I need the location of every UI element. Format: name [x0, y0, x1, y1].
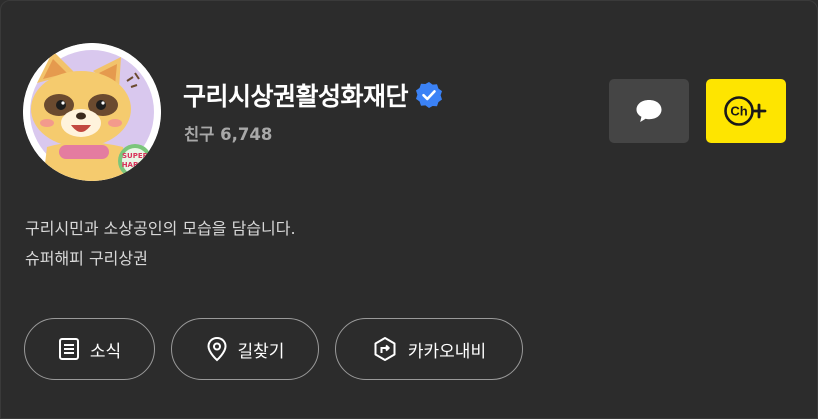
- news-list-icon: [58, 338, 79, 360]
- profile-name: 구리시상권활성화재단: [183, 82, 409, 111]
- avatar-text-happy: HAPPY: [122, 161, 150, 169]
- profile-name-row: 구리시상권활성화재단: [183, 77, 444, 113]
- channel-add-icon: Ch: [724, 96, 767, 126]
- navi-turn-icon: [374, 337, 396, 361]
- directions-button[interactable]: 길찾기: [171, 318, 319, 380]
- description-line-1: 구리시민과 소상공인의 모습을 담습니다.: [25, 219, 296, 238]
- channel-label: Ch: [730, 104, 747, 119]
- kakao-navi-label: 카카오내비: [407, 341, 487, 362]
- plus-icon: [751, 103, 767, 119]
- channel-profile-card: SUPER HAPPY 구리시상권활성화재단 친구 6,748 Ch 구리시민과…: [0, 0, 818, 419]
- profile-avatar[interactable]: SUPER HAPPY: [23, 43, 161, 181]
- news-label: 소식: [89, 341, 122, 362]
- description-line-2: 슈퍼해피 구리상권: [25, 249, 148, 268]
- location-pin-icon: [207, 336, 227, 362]
- directions-label: 길찾기: [237, 341, 285, 362]
- verified-badge-icon: [414, 80, 444, 110]
- add-channel-button[interactable]: Ch: [706, 79, 786, 143]
- speech-bubble-icon: [636, 100, 662, 122]
- raccoon-mascot-icon: SUPER HAPPY: [23, 43, 161, 181]
- action-buttons: 소식 길찾기 카카오내비: [24, 318, 523, 380]
- chat-button[interactable]: [609, 79, 689, 143]
- news-button[interactable]: 소식: [24, 318, 155, 380]
- friends-count: 친구 6,748: [184, 125, 273, 144]
- profile-description: 구리시민과 소상공인의 모습을 담습니다. 슈퍼해피 구리상권: [25, 214, 296, 274]
- avatar-text-super: SUPER: [122, 152, 149, 160]
- kakao-navi-button[interactable]: 카카오내비: [335, 318, 523, 380]
